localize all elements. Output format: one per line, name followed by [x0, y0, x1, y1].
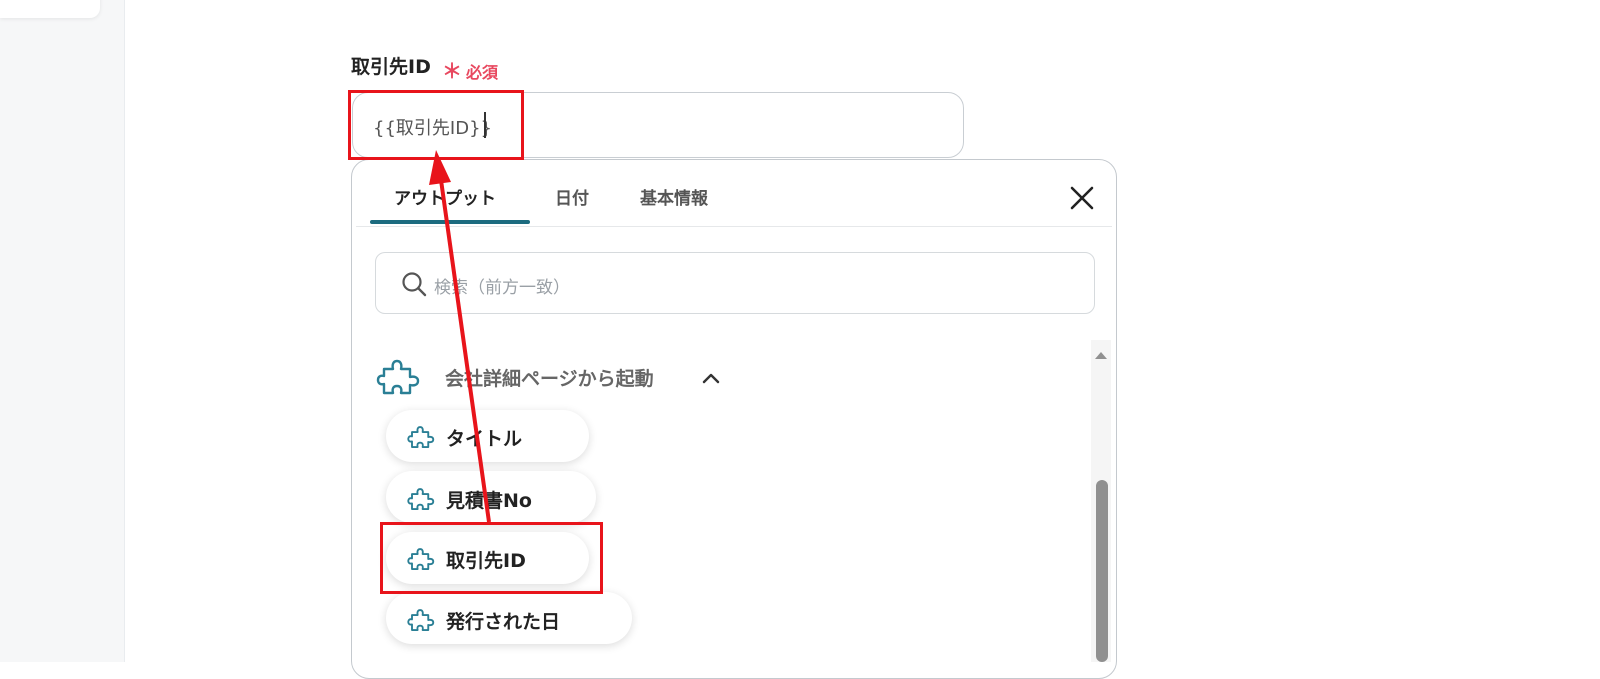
list-item-label: 発行された日 — [446, 611, 561, 633]
highlight-box-item — [380, 522, 603, 594]
puzzle-icon — [376, 359, 420, 395]
field-label: 取引先ID — [351, 56, 431, 78]
left-sidebar — [0, 0, 125, 662]
sidebar-card[interactable] — [0, 0, 100, 18]
required-mark: ＊ — [442, 59, 462, 83]
tabs-divider — [356, 226, 1112, 227]
puzzle-icon — [407, 426, 435, 448]
search-placeholder: 検索（前方一致） — [434, 278, 570, 298]
list-item-label: タイトル — [446, 428, 523, 450]
chevron-up-icon[interactable] — [701, 370, 721, 386]
required-indicator: ＊必須 — [442, 55, 498, 84]
close-icon[interactable] — [1066, 182, 1098, 214]
required-text: 必須 — [466, 63, 499, 82]
highlight-box-input — [348, 90, 524, 160]
puzzle-icon — [407, 609, 435, 631]
puzzle-icon — [407, 488, 435, 510]
scrollbar-thumb[interactable] — [1096, 480, 1108, 662]
search-icon — [402, 272, 427, 297]
list-item-label: 見積書No — [446, 490, 532, 512]
active-tab-indicator — [370, 220, 530, 224]
tab-date[interactable]: 日付 — [555, 184, 589, 209]
tab-output[interactable]: アウトプット — [394, 184, 496, 209]
tab-basic-info[interactable]: 基本情報 — [640, 184, 708, 209]
group-label[interactable]: 会社詳細ページから起動 — [445, 364, 654, 391]
scroll-up-icon[interactable] — [1093, 349, 1109, 361]
